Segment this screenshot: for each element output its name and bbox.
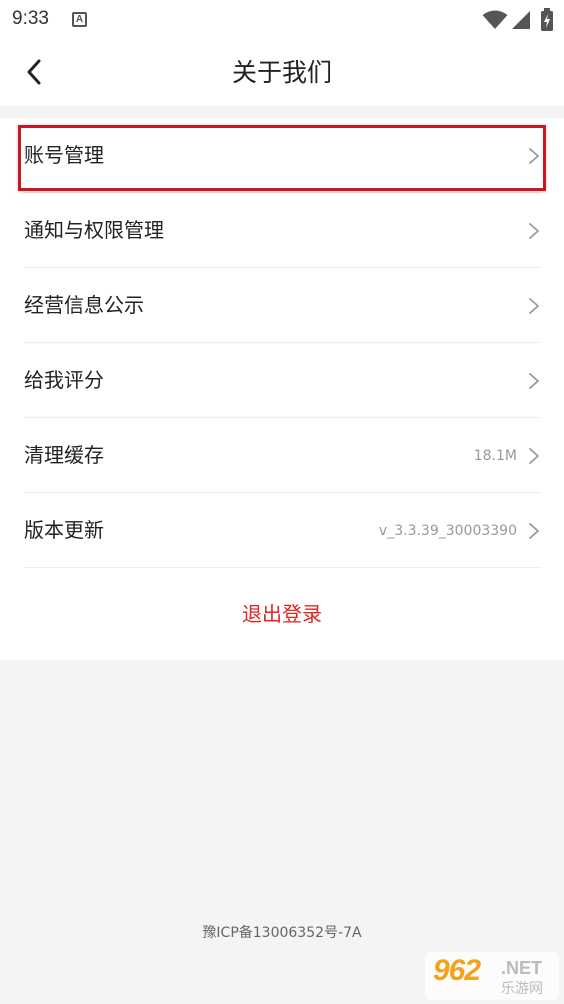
menu-item-label: 版本更新 bbox=[24, 518, 104, 542]
chevron-right-icon bbox=[529, 373, 539, 389]
watermark-logo: 962 .NET 乐游网 bbox=[425, 952, 559, 1000]
watermark-suffix: .NET bbox=[501, 958, 543, 978]
chevron-left-icon bbox=[27, 59, 41, 85]
wifi-icon bbox=[482, 10, 508, 29]
chevron-right-icon bbox=[529, 298, 539, 314]
cellular-icon bbox=[512, 11, 530, 29]
menu-item-rate-app[interactable]: 给我评分 bbox=[24, 343, 541, 418]
menu-item-account-management[interactable]: 账号管理 bbox=[24, 118, 541, 193]
status-time: 9:33 bbox=[12, 8, 49, 29]
menu-item-clear-cache[interactable]: 清理缓存 18.1M bbox=[24, 418, 541, 493]
notification-icon: A bbox=[72, 12, 87, 27]
status-bar: 9:33 A bbox=[0, 0, 564, 40]
back-button[interactable] bbox=[14, 52, 54, 92]
menu-item-label: 通知与权限管理 bbox=[24, 218, 164, 242]
chevron-right-icon bbox=[529, 148, 539, 164]
nav-bar: 关于我们 bbox=[0, 40, 564, 106]
menu-item-label: 清理缓存 bbox=[24, 443, 104, 467]
menu-item-label: 账号管理 bbox=[24, 143, 104, 167]
menu-item-label: 经营信息公示 bbox=[24, 293, 144, 317]
chevron-right-icon bbox=[529, 223, 539, 239]
settings-list: 账号管理 通知与权限管理 经营信息公示 给我评分 清理缓存 18.1M 版本更新… bbox=[0, 118, 564, 660]
menu-item-version-update[interactable]: 版本更新 v_3.3.39_30003390 bbox=[24, 493, 541, 568]
watermark-name: 乐游网 bbox=[501, 981, 543, 997]
version-value: v_3.3.39_30003390 bbox=[378, 523, 517, 539]
watermark-number: 962 bbox=[433, 954, 481, 987]
cache-size-value: 18.1M bbox=[473, 448, 517, 464]
icp-license-text: 豫ICP备13006352号-7A bbox=[202, 925, 362, 941]
chevron-right-icon bbox=[529, 523, 539, 539]
chevron-right-icon bbox=[529, 448, 539, 464]
menu-item-label: 给我评分 bbox=[24, 368, 104, 392]
menu-item-business-info[interactable]: 经营信息公示 bbox=[24, 268, 541, 343]
page-title: 关于我们 bbox=[231, 58, 332, 87]
menu-item-notification-permission[interactable]: 通知与权限管理 bbox=[24, 193, 541, 268]
battery-icon bbox=[541, 8, 553, 31]
logout-button[interactable]: 退出登录 bbox=[0, 574, 564, 654]
